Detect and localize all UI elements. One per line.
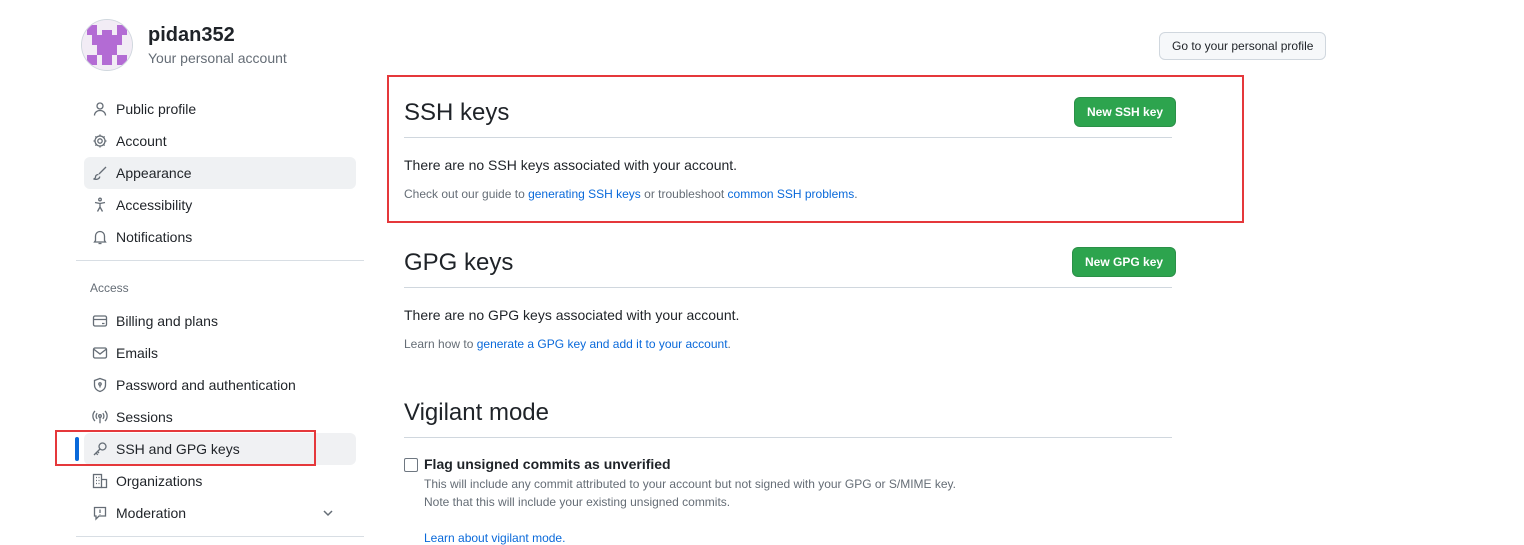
broadcast-icon xyxy=(92,409,108,425)
help-text-prefix: Learn how to xyxy=(404,337,477,351)
organization-icon xyxy=(92,473,108,489)
sidebar-item-label: Password and authentication xyxy=(116,377,296,393)
sidebar-item-public-profile[interactable]: Public profile xyxy=(84,93,356,125)
sidebar-item-label: Accessibility xyxy=(116,197,193,213)
flag-unsigned-commits-label[interactable]: Flag unsigned commits as unverified xyxy=(424,456,671,472)
sidebar-item-accessibility[interactable]: Accessibility xyxy=(84,189,356,221)
sidebar-item-label: Public profile xyxy=(116,101,197,117)
gpg-keys-heading: GPG keys xyxy=(404,249,514,276)
sidebar-item-organizations[interactable]: Organizations xyxy=(84,465,356,497)
section-divider xyxy=(404,437,1172,438)
sidebar-item-label: Billing and plans xyxy=(116,313,218,329)
sidebar-item-moderation[interactable]: Moderation xyxy=(84,497,356,529)
shield-lock-icon xyxy=(92,377,108,393)
ssh-empty-message: There are no SSH keys associated with yo… xyxy=(404,157,738,173)
sidebar-item-emails[interactable]: Emails xyxy=(84,337,356,369)
sidebar-item-notifications[interactable]: Notifications xyxy=(84,221,356,253)
sidebar-divider xyxy=(76,260,364,261)
section-divider xyxy=(404,287,1172,288)
go-to-profile-button[interactable]: Go to your personal profile xyxy=(1159,32,1327,60)
credit-card-icon xyxy=(92,313,108,329)
chevron-down-icon[interactable] xyxy=(320,505,336,524)
flag-unsigned-commits-checkbox[interactable] xyxy=(404,458,418,472)
vigilant-mode-heading: Vigilant mode xyxy=(404,399,549,426)
sidebar-item-label: Sessions xyxy=(116,409,173,425)
report-icon xyxy=(92,505,108,521)
vigilant-description-line2: Note that this will include your existin… xyxy=(424,495,731,509)
sidebar-item-sessions[interactable]: Sessions xyxy=(84,401,356,433)
sidebar-item-account[interactable]: Account xyxy=(84,125,356,157)
account-name[interactable]: pidan352 xyxy=(148,24,235,47)
sidebar-item-billing[interactable]: Billing and plans xyxy=(84,305,356,337)
section-divider xyxy=(404,137,1172,138)
gear-icon xyxy=(92,133,108,149)
help-text-middle: or troubleshoot xyxy=(640,187,728,201)
sidebar-item-appearance[interactable]: Appearance xyxy=(84,157,356,189)
sidebar-item-label: Account xyxy=(116,133,167,149)
sidebar-item-label: SSH and GPG keys xyxy=(116,441,240,457)
generate-gpg-key-link[interactable]: generate a GPG key and add it to your ac… xyxy=(477,337,728,351)
sidebar-item-password-auth[interactable]: Password and authentication xyxy=(84,369,356,401)
ssh-keys-heading: SSH keys xyxy=(404,99,510,126)
vigilant-description-line1: This will include any commit attributed … xyxy=(424,477,957,491)
ssh-help-text: Check out our guide to generating SSH ke… xyxy=(404,187,858,201)
sidebar-item-label: Appearance xyxy=(116,165,192,181)
key-icon xyxy=(92,441,108,457)
new-gpg-key-button[interactable]: New GPG key xyxy=(1072,247,1177,277)
person-icon xyxy=(92,101,108,117)
generating-ssh-keys-link[interactable]: generating SSH keys xyxy=(528,187,641,201)
mail-icon xyxy=(92,345,108,361)
sidebar-item-label: Moderation xyxy=(116,505,187,521)
sidebar-section-access: Access xyxy=(90,281,129,295)
bell-icon xyxy=(92,229,108,245)
new-ssh-key-button[interactable]: New SSH key xyxy=(1074,97,1177,127)
gpg-help-text: Learn how to generate a GPG key and add … xyxy=(404,337,731,351)
selected-indicator xyxy=(75,437,79,461)
avatar[interactable] xyxy=(82,20,132,70)
sidebar-divider xyxy=(76,536,364,537)
help-text-suffix: . xyxy=(854,187,858,201)
sidebar-item-label: Organizations xyxy=(116,473,203,489)
help-text-prefix: Check out our guide to xyxy=(404,187,529,201)
accessibility-icon xyxy=(92,197,108,213)
gpg-empty-message: There are no GPG keys associated with yo… xyxy=(404,307,740,323)
sidebar-item-label: Notifications xyxy=(116,229,193,245)
help-text-suffix: . xyxy=(727,337,731,351)
sidebar-item-ssh-gpg-keys[interactable]: SSH and GPG keys xyxy=(84,433,356,465)
paintbrush-icon xyxy=(92,165,108,181)
common-ssh-problems-link[interactable]: common SSH problems xyxy=(728,187,855,201)
sidebar-item-label: Emails xyxy=(116,345,159,361)
account-subtitle: Your personal account xyxy=(148,50,287,66)
